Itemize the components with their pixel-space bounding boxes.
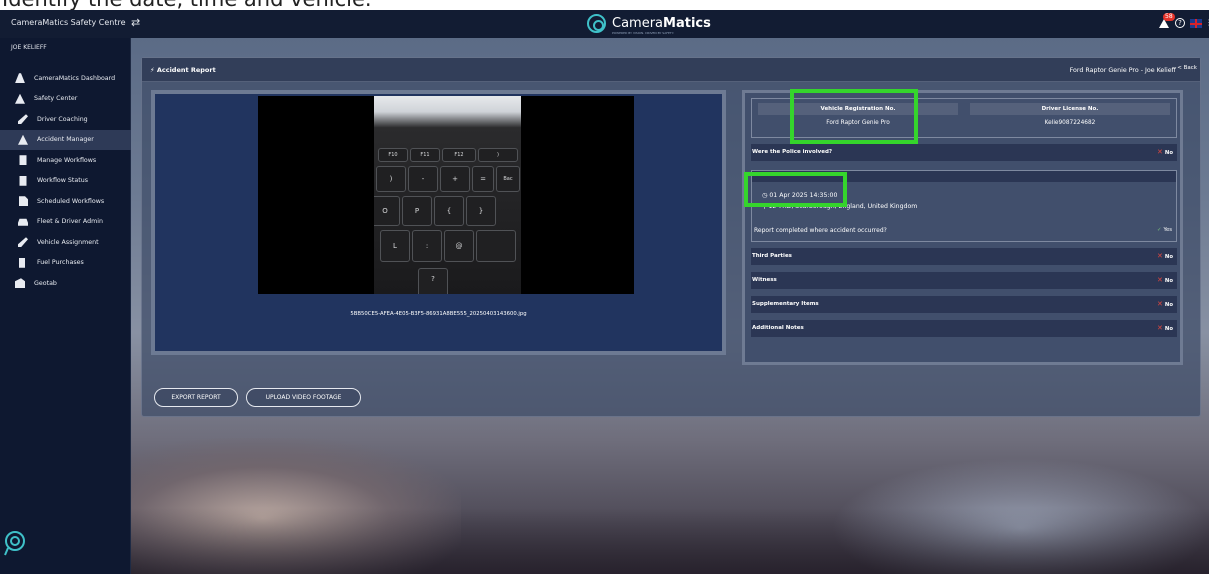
alert-icon [18,134,28,145]
cross-icon: ✕ [1157,300,1163,308]
photo-key: = [472,166,494,192]
driver-license-value: Kelie9087224682 [1044,120,1096,126]
witness-label: Witness [752,277,777,283]
photo-key: ) [376,166,406,192]
uk-flag-icon[interactable] [1190,19,1202,28]
report-location-label: Report completed where accident occurred… [754,227,887,234]
vehicle-driver-context: Ford Raptor Genie Pro - Joe Kelieff [1069,67,1176,74]
sidebar-item-scheduled-workflows[interactable]: Scheduled Workflows [0,191,131,212]
export-report-button[interactable]: EXPORT REPORT [154,388,238,407]
photo-key: P [402,196,432,226]
geotab-icon [15,278,25,289]
coach-icon [18,114,28,125]
help-icon[interactable]: ? [1175,18,1185,28]
road-icon [15,73,25,84]
photo-key: F11 [410,148,440,162]
background-road [131,508,1209,574]
person-icon [18,237,28,248]
sidebar-item-workflow-status[interactable]: Workflow Status [0,171,131,192]
cross-icon: ✕ [1157,252,1163,260]
third-parties-row[interactable]: Third Parties ✕ No [751,248,1177,265]
photo-key: - [408,166,438,192]
additional-notes-label: Additional Notes [752,325,804,331]
user-name: JOE KELIEFF [11,44,47,51]
photo-key: + [440,166,470,192]
police-involved-label: Were the Police involved? [752,149,833,155]
panel-title: ⚡ Accident Report [150,66,216,74]
sidebar-item-vehicle-assignment[interactable]: Vehicle Assignment [0,232,131,253]
cross-icon: ✕ [1157,148,1163,156]
vehicle-highlight-box [790,89,918,144]
driver-license-col: Driver License No. Kelie9087224682 [970,103,1170,131]
camera-logo-icon[interactable] [3,530,27,556]
third-parties-label: Third Parties [752,253,792,259]
keyboard-photo: F10 F11 F12 ) ) - + = Bac O P { } L : @ … [374,96,521,294]
sidebar-item-driver-coaching[interactable]: Driver Coaching [0,109,131,130]
sidebar-item-safety-center[interactable]: Safety Center [0,89,131,110]
supplementary-items-status: ✕ No [1157,300,1173,308]
back-link[interactable]: < Back [1177,65,1197,71]
supplementary-items-label: Supplementary Items [752,301,819,307]
sidebar-item-accident-manager[interactable]: Accident Manager [0,129,131,150]
panel-header: ⚡ Accident Report Ford Raptor Genie Pro … [142,58,1200,82]
brand-tagline: POWERED BY VISION. DRIVEN BY SAFETY. [612,31,674,35]
sidebar-item-fuel-purchases[interactable]: Fuel Purchases [0,253,131,274]
brand-logo[interactable]: CameraMatics POWERED BY VISION. DRIVEN B… [587,14,711,35]
document-icon [19,196,28,207]
cross-icon: ✕ [1157,276,1163,284]
witness-status: ✕ No [1157,276,1173,284]
datetime-highlight-box [744,172,847,207]
top-bar: CameraMatics Safety Centre ⇄ CameraMatic… [0,10,1209,38]
sidebar-item-fleet-driver-admin[interactable]: Fleet & Driver Admin [0,212,131,233]
car-icon [18,218,28,226]
additional-notes-row[interactable]: Additional Notes ✕ No [751,320,1177,337]
report-location-status: ✓ Yes [1156,227,1172,233]
caption-strip: Identify the date, time and vehicle. [0,0,1209,10]
notifications-icon[interactable]: 58 [1159,13,1175,29]
photo-key: Bac [496,166,520,192]
photo-key: O [374,196,400,226]
photo-key [476,230,516,262]
photo-key: L [380,230,410,262]
driver-license-header: Driver License No. [970,103,1170,115]
sidebar-item-dashboard[interactable]: CameraMatics Dashboard [0,68,131,89]
additional-notes-status: ✕ No [1157,324,1173,332]
photo-key: : [412,230,442,262]
witness-row[interactable]: Witness ✕ No [751,272,1177,289]
swap-icon[interactable]: ⇄ [131,16,140,29]
upload-video-footage-button[interactable]: UPLOAD VIDEO FOOTAGE [246,388,361,407]
photo-key: @ [444,230,474,262]
photo-key: ) [478,148,518,162]
accident-report-panel: ⚡ Accident Report Ford Raptor Genie Pro … [141,57,1201,417]
sidebar: JOE KELIEFF CameraMatics Dashboard Safet… [0,38,131,574]
photo-key: F10 [378,148,408,162]
warning-icon [15,93,25,104]
building-icon [19,175,27,186]
check-icon: ✓ [1156,227,1162,233]
logo-ring-icon [587,14,606,33]
sidebar-item-geotab[interactable]: Geotab [0,273,131,294]
photo-key: F12 [442,148,476,162]
third-parties-status: ✕ No [1157,252,1173,260]
fuel-icon [19,257,25,268]
photo-filename[interactable]: 5BB50CE5-AFEA-4E05-B3F5-86931A8BE555_202… [155,311,722,317]
brand-name: CameraMatics [612,15,711,31]
caption-text: Identify the date, time and vehicle. [2,0,372,10]
police-involved-row[interactable]: Were the Police involved? ✕ No [751,144,1177,161]
building-icon [19,155,27,166]
sidebar-item-manage-workflows[interactable]: Manage Workflows [0,150,131,171]
more-menu-icon[interactable]: ⋮ [1205,18,1209,27]
supplementary-items-row[interactable]: Supplementary Items ✕ No [751,296,1177,313]
media-viewer: F10 F11 F12 ) ) - + = Bac O P { } L : @ … [151,90,726,355]
cross-icon: ✕ [1157,324,1163,332]
notification-count: 58 [1163,13,1175,21]
app-name[interactable]: CameraMatics Safety Centre [11,18,126,27]
police-involved-status: ✕ No [1157,148,1173,156]
sidebar-nav: CameraMatics Dashboard Safety Center Dri… [0,68,131,294]
accident-photo[interactable]: F10 F11 F12 ) ) - + = Bac O P { } L : @ … [258,96,634,294]
photo-key: ? [418,268,448,294]
photo-key: { [434,196,464,226]
photo-key: } [466,196,496,226]
